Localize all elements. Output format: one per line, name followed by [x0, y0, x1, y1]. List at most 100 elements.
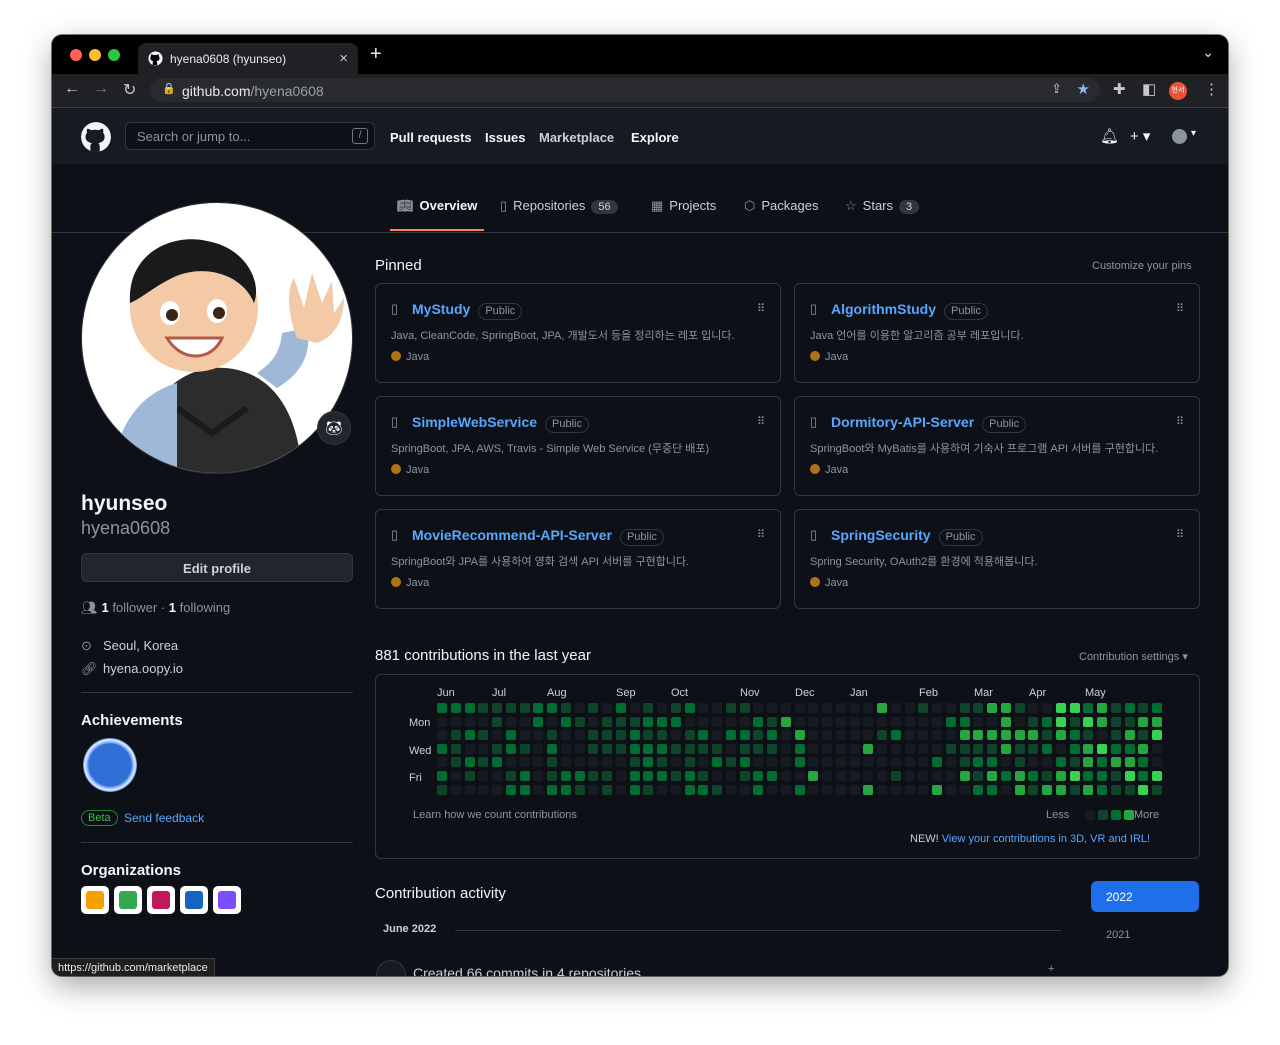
contribution-day-cell[interactable]	[1014, 757, 1025, 768]
contribution-day-cell[interactable]	[601, 756, 613, 769]
contribution-day-cell[interactable]	[1138, 716, 1149, 727]
contribution-day-cell[interactable]	[602, 771, 612, 781]
achievement-shark-badge-icon[interactable]	[83, 738, 137, 792]
contribution-day-cell[interactable]	[834, 770, 847, 782]
contribution-day-cell[interactable]	[1014, 771, 1025, 781]
contribution-day-cell[interactable]	[739, 771, 750, 781]
contribution-day-cell[interactable]	[712, 757, 722, 768]
contribution-day-cell[interactable]	[477, 783, 490, 796]
contribution-day-cell[interactable]	[518, 756, 531, 769]
contribution-day-cell[interactable]	[724, 770, 737, 782]
extensions-puzzle-icon[interactable]: ✚	[1113, 80, 1126, 98]
contribution-day-cell[interactable]	[711, 715, 723, 728]
contribution-day-cell[interactable]	[821, 729, 833, 742]
contribution-day-cell[interactable]	[437, 703, 447, 713]
contribution-day-cell[interactable]	[931, 715, 943, 728]
back-icon[interactable]: ←	[64, 80, 80, 98]
contribution-day-cell[interactable]	[547, 730, 557, 741]
contribution-day-cell[interactable]	[1042, 730, 1052, 741]
contribution-day-cell[interactable]	[1041, 702, 1053, 714]
contribution-day-cell[interactable]	[834, 702, 847, 714]
nav-pull-requests[interactable]: Pull requests	[390, 130, 472, 145]
contribution-day-cell[interactable]	[463, 715, 476, 728]
contribution-day-cell[interactable]	[492, 716, 502, 727]
contribution-day-cell[interactable]	[890, 771, 901, 781]
contribution-day-cell[interactable]	[477, 715, 490, 728]
contribution-day-cell[interactable]	[1055, 771, 1066, 781]
contribution-day-cell[interactable]	[1000, 730, 1011, 741]
org-avatar-2[interactable]	[114, 886, 142, 914]
contribution-day-cell[interactable]	[464, 757, 475, 768]
contribution-day-cell[interactable]	[711, 770, 723, 782]
contribution-day-cell[interactable]	[944, 729, 957, 742]
contribution-day-cell[interactable]	[821, 702, 833, 714]
contribution-day-cell[interactable]	[657, 716, 667, 727]
contribution-day-cell[interactable]	[587, 715, 600, 728]
contribution-day-cell[interactable]	[1124, 716, 1135, 727]
contribution-day-cell[interactable]	[1083, 730, 1094, 741]
contribution-day-cell[interactable]	[932, 757, 942, 768]
contribution-day-cell[interactable]	[615, 703, 626, 713]
create-new-plus-icon[interactable]: + ▾	[1130, 127, 1150, 145]
contribution-day-cell[interactable]	[862, 715, 875, 728]
contribution-day-cell[interactable]	[932, 784, 942, 795]
contribution-day-cell[interactable]	[560, 784, 571, 795]
user-avatar-menu[interactable]	[1172, 129, 1187, 144]
share-icon[interactable]: ⇪	[1051, 81, 1062, 97]
contribution-day-cell[interactable]	[973, 784, 984, 795]
contribution-day-cell[interactable]	[780, 716, 791, 727]
contribution-settings-dropdown[interactable]: Contribution settings ▾	[1079, 650, 1188, 663]
contribution-day-cell[interactable]	[834, 742, 847, 755]
contribution-day-cell[interactable]	[464, 730, 475, 741]
contribution-day-cell[interactable]	[1152, 784, 1162, 795]
contribution-day-cell[interactable]	[629, 743, 640, 754]
contribution-day-cell[interactable]	[1042, 771, 1052, 781]
contribution-day-cell[interactable]	[987, 757, 997, 768]
contribution-day-cell[interactable]	[794, 784, 805, 795]
contribution-day-cell[interactable]	[834, 756, 847, 769]
contribution-day-cell[interactable]	[450, 743, 461, 754]
contribution-day-cell[interactable]	[1028, 716, 1039, 727]
contribution-day-cell[interactable]	[1097, 743, 1107, 754]
contribution-day-cell[interactable]	[987, 703, 997, 713]
contribution-day-cell[interactable]	[918, 703, 929, 713]
contribution-day-cell[interactable]	[834, 729, 847, 742]
contribution-day-cell[interactable]	[917, 729, 930, 742]
contribution-day-cell[interactable]	[1097, 716, 1107, 727]
contribution-day-cell[interactable]	[643, 716, 654, 727]
send-feedback-link[interactable]: Send feedback	[124, 811, 204, 825]
contribution-day-cell[interactable]	[739, 743, 750, 754]
edit-profile-button[interactable]: Edit profile	[81, 553, 353, 582]
contribution-day-cell[interactable]	[532, 729, 545, 742]
contribution-day-cell[interactable]	[684, 743, 695, 754]
contribution-day-cell[interactable]	[848, 702, 861, 714]
contribution-day-cell[interactable]	[559, 742, 572, 755]
contribution-day-cell[interactable]	[753, 743, 764, 754]
contribution-day-cell[interactable]	[436, 715, 448, 728]
contribution-day-cell[interactable]	[973, 730, 984, 741]
contribution-day-cell[interactable]	[450, 757, 461, 768]
contribution-day-cell[interactable]	[1083, 703, 1094, 713]
contribution-day-cell[interactable]	[573, 742, 586, 755]
contribution-day-cell[interactable]	[862, 702, 875, 714]
contribution-day-cell[interactable]	[1055, 716, 1066, 727]
contribution-day-cell[interactable]	[587, 756, 600, 769]
contribution-day-cell[interactable]	[697, 702, 710, 714]
contribution-day-cell[interactable]	[1069, 730, 1080, 741]
contribution-day-cell[interactable]	[684, 784, 695, 795]
contribution-day-cell[interactable]	[973, 743, 984, 754]
contribution-day-cell[interactable]	[669, 729, 682, 742]
contribution-day-cell[interactable]	[602, 730, 612, 741]
contribution-day-cell[interactable]	[903, 729, 916, 742]
following-count[interactable]: 1	[169, 600, 176, 615]
contribution-day-cell[interactable]	[547, 757, 557, 768]
contribution-day-cell[interactable]	[724, 783, 737, 796]
minimize-window-button[interactable]	[89, 49, 101, 61]
contribution-day-cell[interactable]	[519, 703, 530, 713]
contribution-day-cell[interactable]	[1124, 743, 1135, 754]
contribution-day-cell[interactable]	[683, 715, 696, 728]
contribution-day-cell[interactable]	[1138, 771, 1149, 781]
contribution-day-cell[interactable]	[1069, 743, 1080, 754]
contribution-day-cell[interactable]	[1124, 757, 1135, 768]
contribution-day-cell[interactable]	[629, 771, 640, 781]
